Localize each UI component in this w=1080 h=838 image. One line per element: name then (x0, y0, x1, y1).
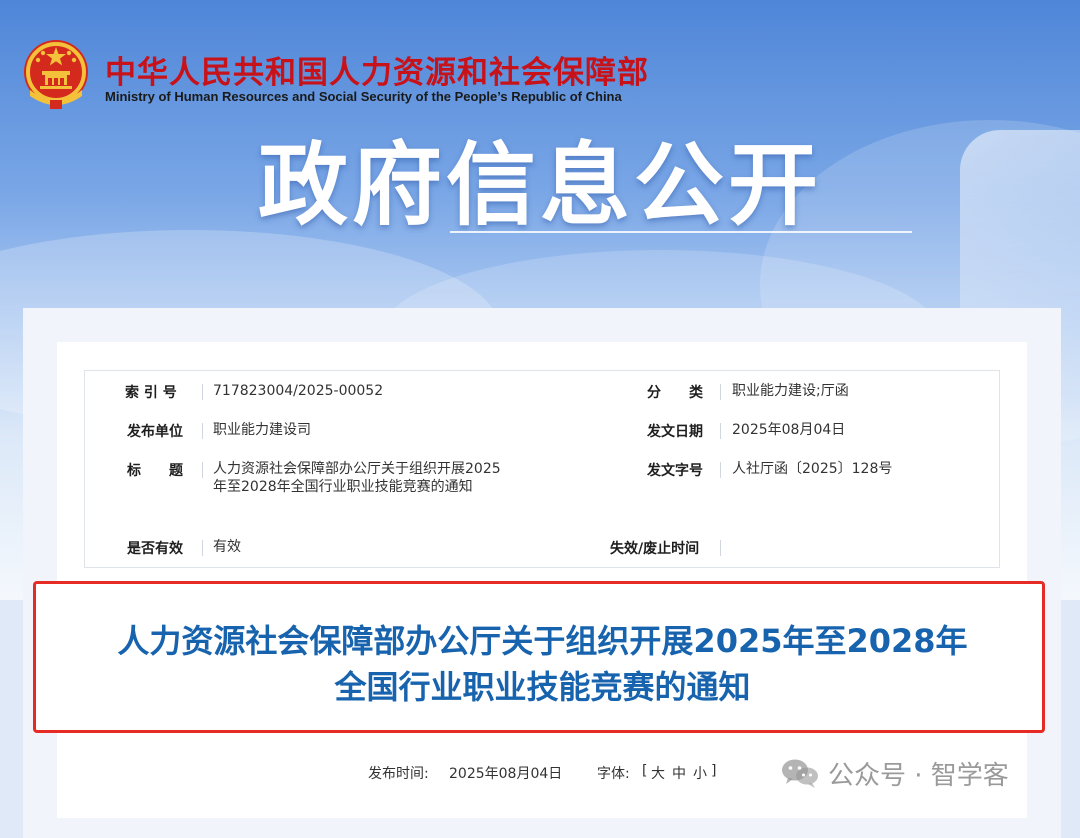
watermark-text: 公众号 · 智学客 (828, 760, 1009, 791)
notice-title: 人力资源社会保障部办公厅关于组织开展2025年至2028年 全国行业职业技能竞赛… (60, 618, 1025, 710)
watermark: 公众号 · 智学客 (780, 755, 1009, 791)
publish-time-label: 发布时间: (368, 766, 429, 782)
ministry-name-cn: 中华人民共和国人力资源和社会保障部 (105, 55, 649, 91)
validity-value: 有效 (213, 539, 241, 555)
font-size-medium-link[interactable]: 中 (672, 763, 686, 783)
divider (202, 423, 203, 439)
index-number-label: 索 引 号 (125, 385, 177, 401)
divider (202, 540, 203, 556)
issue-date-value: 2025年08月04日 (732, 422, 846, 438)
publisher-label: 发布单位 (127, 424, 183, 440)
font-size-large-link[interactable]: 大 (651, 763, 665, 783)
font-size-label: 字体: (597, 766, 630, 782)
publisher-value: 职业能力建设司 (213, 422, 311, 438)
national-emblem-icon (24, 40, 88, 109)
category-label: 分 类 (647, 385, 703, 401)
index-number-value: 717823004/2025-00052 (213, 383, 384, 399)
divider (720, 462, 721, 478)
title-label: 标 题 (127, 463, 183, 479)
validity-label: 是否有效 (127, 541, 183, 557)
font-bracket-close: ] (711, 763, 717, 779)
publish-time-value: 2025年08月04日 (449, 766, 563, 782)
font-bracket-open: [ (642, 763, 648, 779)
category-value: 职业能力建设;厅函 (732, 383, 849, 399)
divider (202, 462, 203, 478)
divider (720, 540, 721, 556)
document-number-value: 人社厅函〔2025〕128号 (732, 461, 893, 477)
wechat-icon (782, 759, 818, 788)
expiry-time-label: 失效/废止时间 (610, 541, 700, 557)
font-size-small-link[interactable]: 小 (693, 763, 707, 783)
divider (202, 384, 203, 400)
banner-title: 政府信息公开 (258, 133, 822, 238)
title-value: 人力资源社会保障部办公厅关于组织开展2025年至2028年全国行业职业技能竞赛的… (213, 461, 501, 495)
notice-title-line1: 人力资源社会保障部办公厅关于组织开展2025年至2028年 (117, 622, 968, 660)
divider (720, 423, 721, 439)
ministry-name-en: Ministry of Human Resources and Social S… (105, 89, 622, 104)
document-number-label: 发文字号 (647, 463, 703, 479)
notice-title-line2: 全国行业职业技能竞赛的通知 (334, 668, 751, 706)
issue-date-label: 发文日期 (647, 424, 703, 440)
divider (720, 384, 721, 400)
banner-divider (450, 231, 912, 233)
